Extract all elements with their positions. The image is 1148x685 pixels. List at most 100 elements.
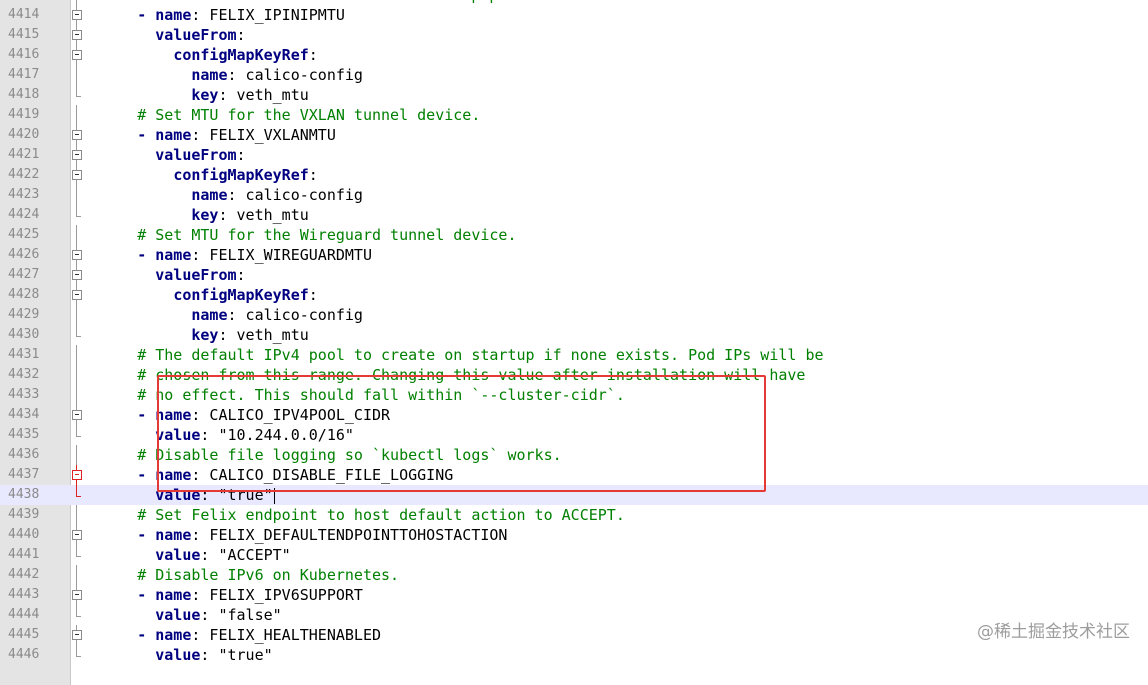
code-line[interactable]: 4415 valueFrom: bbox=[0, 25, 1148, 45]
code-line[interactable]: 4431 # The default IPv4 pool to create o… bbox=[0, 345, 1148, 365]
line-number: 4419 bbox=[8, 107, 40, 122]
fold-toggle-icon[interactable] bbox=[71, 465, 83, 485]
line-number: 4422 bbox=[8, 167, 40, 182]
fold-line bbox=[71, 485, 83, 505]
line-number: 4414 bbox=[8, 7, 40, 22]
fold-line bbox=[71, 205, 83, 225]
code-line[interactable]: 4414 - name: FELIX_IPINIPMTU bbox=[0, 5, 1148, 25]
yaml-value: veth_mtu bbox=[227, 86, 309, 104]
code-text: - name: FELIX_DEFAULTENDPOINTTOHOSTACTIO… bbox=[83, 525, 507, 545]
code-line[interactable]: 4440 - name: FELIX_DEFAULTENDPOINTTOHOST… bbox=[0, 525, 1148, 545]
code-editor[interactable]: 4413 # Set MTU for tunnel device used if… bbox=[0, 0, 1148, 685]
yaml-value: "true" bbox=[209, 646, 273, 664]
fold-toggle-icon[interactable] bbox=[71, 165, 83, 185]
yaml-value: FELIX_VXLANMTU bbox=[200, 126, 336, 144]
yaml-value: calico-config bbox=[236, 66, 363, 84]
code-line[interactable]: 4444 value: "false" bbox=[0, 605, 1148, 625]
code-line[interactable]: 4428 configMapKeyRef: bbox=[0, 285, 1148, 305]
code-text: # Set Felix endpoint to host default act… bbox=[83, 505, 625, 525]
code-line[interactable]: 4426 - name: FELIX_WIREGUARDMTU bbox=[0, 245, 1148, 265]
code-line[interactable]: 4441 value: "ACCEPT" bbox=[0, 545, 1148, 565]
code-line[interactable]: 4419 # Set MTU for the VXLAN tunnel devi… bbox=[0, 105, 1148, 125]
line-number: 4416 bbox=[8, 47, 40, 62]
yaml-comment: # Set Felix endpoint to host default act… bbox=[137, 506, 625, 524]
fold-line bbox=[71, 545, 83, 565]
code-line[interactable]: 4446 value: "true" bbox=[0, 645, 1148, 665]
code-line[interactable]: 4423 name: calico-config bbox=[0, 185, 1148, 205]
line-number: 4430 bbox=[8, 327, 40, 342]
fold-toggle-icon[interactable] bbox=[71, 45, 83, 65]
yaml-key: name bbox=[155, 626, 192, 644]
line-number: 4413 bbox=[0, 0, 66, 3]
code-text: value: "ACCEPT" bbox=[83, 545, 290, 565]
colon: : bbox=[236, 146, 246, 164]
yaml-value: FELIX_WIREGUARDMTU bbox=[200, 246, 372, 264]
line-number: 4429 bbox=[8, 307, 40, 322]
code-line[interactable]: 4420 - name: FELIX_VXLANMTU bbox=[0, 125, 1148, 145]
yaml-comment: # The default IPv4 pool to create on sta… bbox=[137, 346, 824, 364]
line-number: 4443 bbox=[8, 587, 40, 602]
yaml-key: name bbox=[155, 586, 192, 604]
code-text: name: calico-config bbox=[83, 305, 363, 325]
line-number: 4437 bbox=[8, 467, 40, 482]
code-line[interactable]: 4439 # Set Felix endpoint to host defaul… bbox=[0, 505, 1148, 525]
fold-toggle-icon[interactable] bbox=[71, 405, 83, 425]
code-line[interactable]: 4442 # Disable IPv6 on Kubernetes. bbox=[0, 565, 1148, 585]
code-line[interactable]: 4425 # Set MTU for the Wireguard tunnel … bbox=[0, 225, 1148, 245]
line-number: 4431 bbox=[8, 347, 40, 362]
line-number: 4444 bbox=[8, 607, 40, 622]
code-line[interactable]: 4424 key: veth_mtu bbox=[0, 205, 1148, 225]
code-text: key: veth_mtu bbox=[83, 205, 308, 225]
code-line[interactable]: 4443 - name: FELIX_IPV6SUPPORT bbox=[0, 585, 1148, 605]
line-number: 4428 bbox=[8, 287, 40, 302]
code-line[interactable]: 4427 valueFrom: bbox=[0, 265, 1148, 285]
yaml-key: value bbox=[155, 606, 201, 624]
fold-line bbox=[71, 85, 83, 105]
code-text: - name: FELIX_WIREGUARDMTU bbox=[83, 245, 372, 265]
line-number: 4420 bbox=[8, 127, 40, 142]
code-line[interactable]: 4418 key: veth_mtu bbox=[0, 85, 1148, 105]
colon: : bbox=[227, 306, 237, 324]
colon: : bbox=[308, 46, 318, 64]
code-line[interactable]: 4445 - name: FELIX_HEALTHENABLED bbox=[0, 625, 1148, 645]
fold-toggle-icon[interactable] bbox=[71, 245, 83, 265]
fold-toggle-icon[interactable] bbox=[71, 525, 83, 545]
code-line[interactable]: 4417 name: calico-config bbox=[0, 65, 1148, 85]
yaml-comment: # Set MTU for the Wireguard tunnel devic… bbox=[137, 226, 517, 244]
list-dash: - bbox=[137, 126, 156, 144]
code-line[interactable]: 4429 name: calico-config bbox=[0, 305, 1148, 325]
code-line[interactable]: 4430 key: veth_mtu bbox=[0, 325, 1148, 345]
fold-toggle-icon[interactable] bbox=[71, 265, 83, 285]
fold-toggle-icon[interactable] bbox=[71, 625, 83, 645]
line-number: 4433 bbox=[8, 387, 40, 402]
fold-toggle-icon[interactable] bbox=[71, 285, 83, 305]
line-number: 4441 bbox=[8, 547, 40, 562]
code-text: configMapKeyRef: bbox=[83, 45, 318, 65]
fold-toggle-icon[interactable] bbox=[71, 585, 83, 605]
yaml-value: FELIX_IPV6SUPPORT bbox=[200, 586, 363, 604]
fold-line bbox=[71, 385, 83, 405]
fold-toggle-icon[interactable] bbox=[71, 145, 83, 165]
code-text: - name: FELIX_IPINIPMTU bbox=[83, 5, 345, 25]
fold-toggle-icon[interactable] bbox=[71, 25, 83, 45]
fold-line bbox=[71, 505, 83, 525]
code-line[interactable]: 4422 configMapKeyRef: bbox=[0, 165, 1148, 185]
fold-toggle-icon[interactable] bbox=[71, 5, 83, 25]
fold-toggle-icon[interactable] bbox=[71, 125, 83, 145]
yaml-key: valueFrom bbox=[155, 26, 237, 44]
code-line[interactable]: 4416 configMapKeyRef: bbox=[0, 45, 1148, 65]
code-line[interactable]: 4421 valueFrom: bbox=[0, 145, 1148, 165]
